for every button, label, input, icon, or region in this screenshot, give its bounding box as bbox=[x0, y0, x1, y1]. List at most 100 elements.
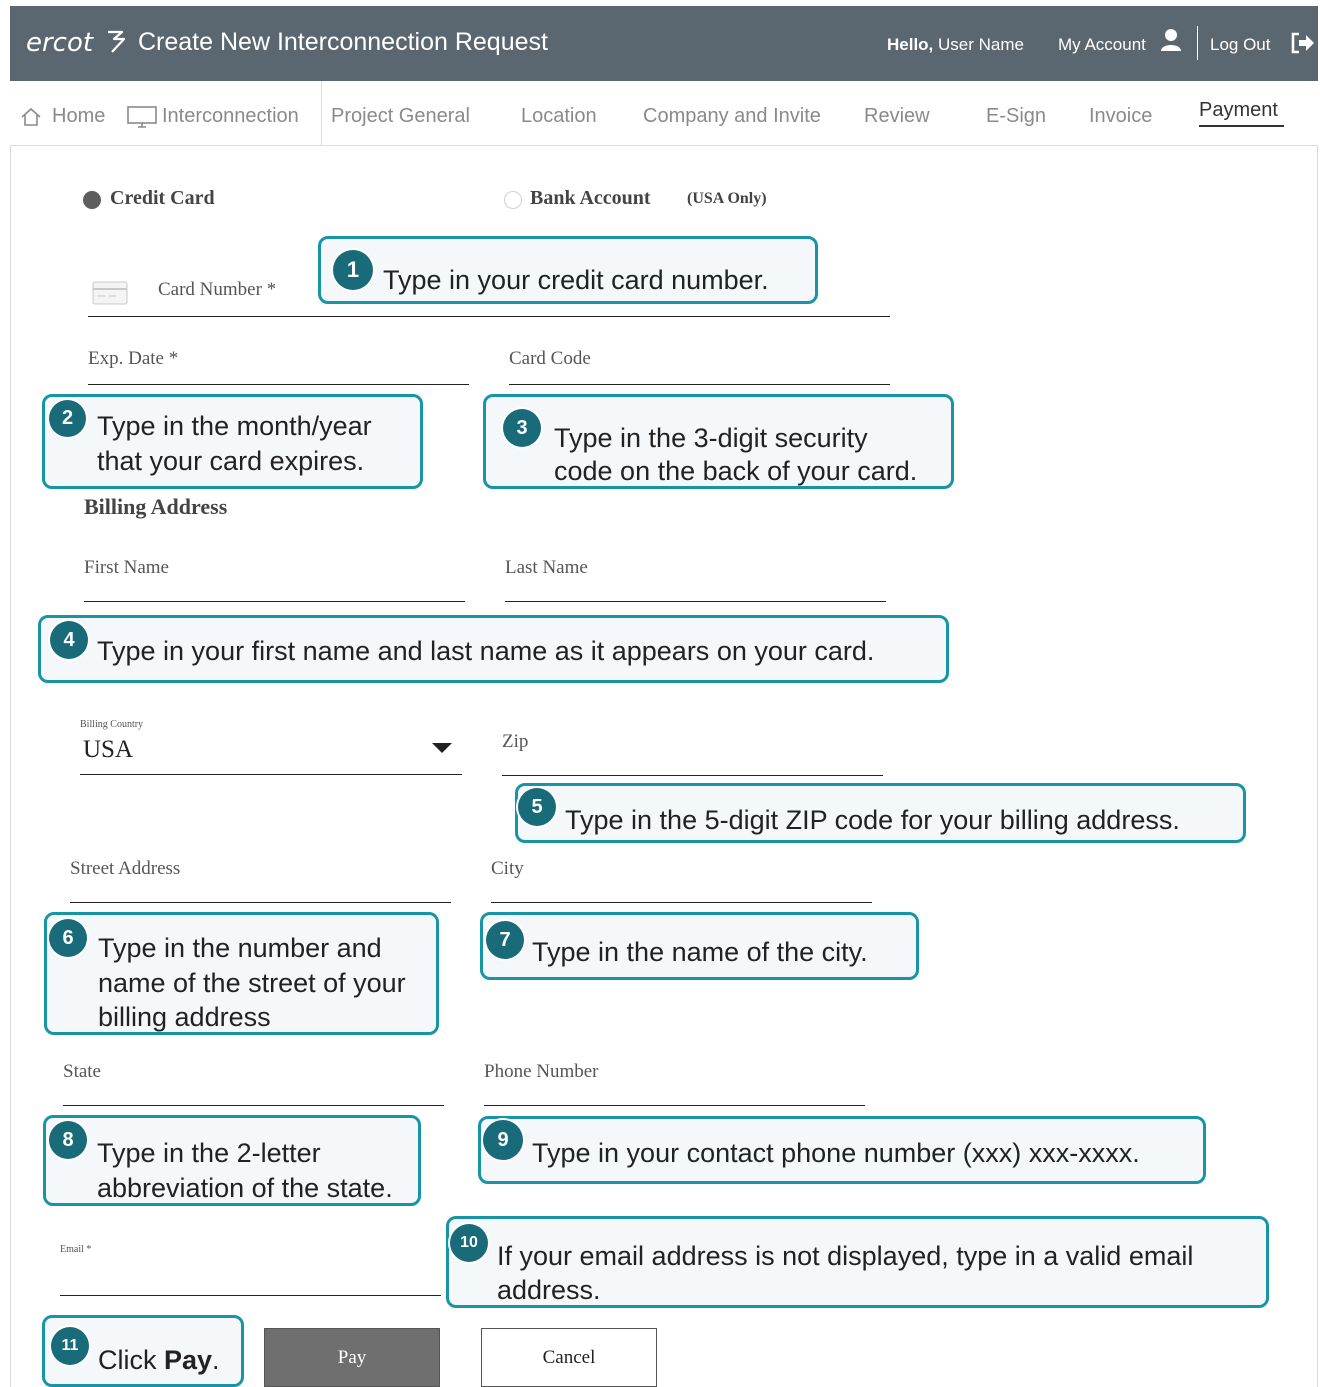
callout-2-line2: that your card expires. bbox=[97, 446, 365, 476]
dropdown-arrow-icon[interactable] bbox=[431, 742, 453, 754]
required-mark: * bbox=[168, 348, 179, 369]
exp-date-label: Exp. Date * bbox=[88, 348, 178, 370]
city-input[interactable] bbox=[491, 902, 872, 903]
callout-5-text: Type in the 5-digit ZIP code for your bi… bbox=[565, 805, 1180, 835]
callout-4-text: Type in your first name and last name as… bbox=[97, 636, 875, 666]
callout-9: Type in your contact phone number (xxx) … bbox=[478, 1116, 1206, 1184]
tab-invoice[interactable]: Invoice bbox=[1089, 105, 1152, 128]
callout-4-badge: 4 bbox=[50, 621, 88, 659]
active-tab-indicator bbox=[1199, 125, 1284, 127]
callout-3-badge: 3 bbox=[503, 409, 541, 447]
callout-6-badge: 6 bbox=[49, 919, 87, 957]
callout-10-line2: address. bbox=[497, 1275, 601, 1305]
credit-card-icon bbox=[92, 281, 128, 305]
card-code-input[interactable] bbox=[509, 384, 890, 385]
card-number-input[interactable] bbox=[88, 316, 890, 317]
state-input[interactable] bbox=[63, 1105, 444, 1106]
callout-6: Type in the number and name of the stree… bbox=[44, 912, 439, 1035]
billing-address-heading: Billing Address bbox=[84, 494, 228, 519]
user-name: User Name bbox=[938, 35, 1024, 54]
callout-2-line1: Type in the month/year bbox=[97, 411, 372, 441]
callout-8-line2: abbreviation of the state. bbox=[97, 1173, 393, 1203]
first-name-label: First Name bbox=[84, 557, 169, 578]
email-input[interactable] bbox=[60, 1295, 441, 1296]
required-mark: * bbox=[266, 279, 277, 300]
tab-company-and-invite[interactable]: Company and Invite bbox=[643, 105, 821, 128]
zip-input[interactable] bbox=[502, 775, 883, 776]
credit-card-radio[interactable] bbox=[83, 191, 101, 209]
bank-account-note: (USA Only) bbox=[687, 190, 767, 207]
nav-home[interactable]: Home bbox=[52, 105, 105, 128]
card-number-label: Card Number * bbox=[158, 279, 276, 301]
last-name-input[interactable] bbox=[505, 601, 886, 602]
greeting-prefix: Hello, bbox=[887, 35, 934, 54]
nav-interconnection[interactable]: Interconnection bbox=[162, 105, 299, 128]
callout-10-badge: 10 bbox=[450, 1224, 488, 1262]
state-label: State bbox=[63, 1061, 101, 1082]
log-out-icon[interactable] bbox=[1290, 31, 1316, 55]
greeting: Hello, User Name bbox=[887, 35, 1024, 55]
tab-e-sign[interactable]: E-Sign bbox=[986, 105, 1046, 128]
log-out-link[interactable]: Log Out bbox=[1210, 35, 1271, 55]
callout-4: Type in your first name and last name as… bbox=[38, 615, 949, 683]
exp-date-label-text: Exp. Date bbox=[88, 348, 164, 369]
callout-5: Type in the 5-digit ZIP code for your bi… bbox=[515, 783, 1246, 843]
callout-6-line3: billing address bbox=[98, 1002, 271, 1032]
pay-button[interactable]: Pay bbox=[264, 1328, 440, 1387]
billing-country-select[interactable] bbox=[80, 774, 462, 775]
home-icon[interactable] bbox=[20, 107, 42, 127]
billing-country-value[interactable]: USA bbox=[83, 736, 133, 764]
callout-11-bold: Pay bbox=[164, 1345, 213, 1375]
app-header: ercot Create New Interconnection Request… bbox=[10, 6, 1318, 81]
bank-account-label: Bank Account bbox=[530, 187, 651, 209]
tab-payment[interactable]: Payment bbox=[1199, 99, 1278, 122]
cancel-button[interactable]: Cancel bbox=[481, 1328, 657, 1387]
callout-10-line1: If your email address is not displayed, … bbox=[497, 1241, 1194, 1271]
email-label: Email * bbox=[60, 1244, 91, 1255]
exp-date-input[interactable] bbox=[88, 384, 469, 385]
email-label-text: Email bbox=[60, 1244, 84, 1255]
callout-10: If your email address is not displayed, … bbox=[446, 1216, 1269, 1308]
street-address-label: Street Address bbox=[70, 858, 181, 879]
my-account-link[interactable]: My Account bbox=[1058, 35, 1146, 55]
callout-3-line1: Type in the 3-digit security bbox=[554, 423, 868, 453]
callout-11-badge: 11 bbox=[51, 1327, 89, 1365]
step-navigation: Home Interconnection Project General Loc… bbox=[10, 81, 1318, 146]
callout-9-badge: 9 bbox=[483, 1120, 523, 1160]
credit-card-label: Credit Card bbox=[110, 187, 215, 209]
phone-number-input[interactable] bbox=[484, 1105, 865, 1106]
bank-account-radio[interactable] bbox=[504, 191, 522, 209]
callout-6-line2: name of the street of your bbox=[98, 968, 406, 998]
tab-location[interactable]: Location bbox=[521, 105, 597, 128]
callout-2: Type in the month/year that your card ex… bbox=[42, 394, 423, 489]
callout-8: Type in the 2-letter abbreviation of the… bbox=[43, 1115, 421, 1206]
ercot-logo[interactable]: ercot bbox=[26, 28, 93, 58]
callout-2-badge: 2 bbox=[49, 400, 86, 437]
required-mark: * bbox=[86, 1244, 92, 1255]
card-number-label-text: Card Number bbox=[158, 279, 262, 300]
card-code-label: Card Code bbox=[509, 348, 591, 369]
callout-11-text: Click Pay. bbox=[98, 1343, 220, 1377]
last-name-label: Last Name bbox=[505, 557, 588, 578]
zip-label: Zip bbox=[502, 731, 529, 752]
user-icon[interactable] bbox=[1160, 28, 1182, 52]
tab-review[interactable]: Review bbox=[864, 105, 930, 128]
street-address-input[interactable] bbox=[70, 902, 451, 903]
tab-project-general[interactable]: Project General bbox=[331, 105, 470, 128]
phone-number-label: Phone Number bbox=[484, 1061, 599, 1082]
callout-9-text: Type in your contact phone number (xxx) … bbox=[532, 1138, 1140, 1168]
first-name-input[interactable] bbox=[84, 601, 465, 602]
callout-7-badge: 7 bbox=[486, 921, 524, 959]
callout-7: Type in the name of the city. bbox=[480, 912, 919, 980]
city-label: City bbox=[491, 858, 524, 879]
callout-1-badge: 1 bbox=[333, 250, 373, 290]
callout-1-text: Type in your credit card number. bbox=[383, 265, 769, 295]
callout-3: Type in the 3-digit security code on the… bbox=[483, 394, 954, 489]
callout-7-text: Type in the name of the city. bbox=[532, 937, 868, 967]
billing-country-label: Billing Country bbox=[80, 719, 144, 730]
callout-11-prefix: Click bbox=[98, 1345, 164, 1375]
header-divider bbox=[1197, 26, 1198, 60]
callout-8-line1: Type in the 2-letter bbox=[97, 1138, 321, 1168]
callout-11-suffix: . bbox=[212, 1345, 220, 1375]
monitor-icon[interactable] bbox=[126, 105, 158, 129]
